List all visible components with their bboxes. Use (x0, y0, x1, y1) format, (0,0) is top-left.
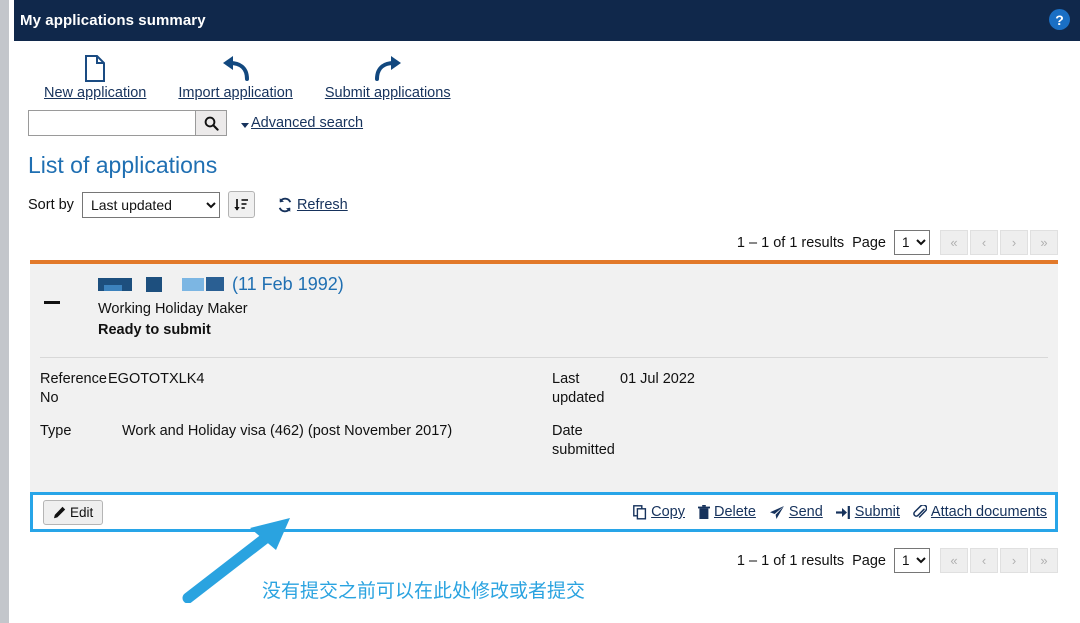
caret-down-icon (241, 122, 249, 128)
field-last-updated: Last updated 01 Jul 2022 (552, 370, 695, 408)
sort-by-select[interactable]: Last updated (81, 191, 220, 218)
sort-row: Sort by Last updated Refresh (28, 191, 1080, 218)
copy-pages-icon (633, 504, 647, 520)
arrow-into-bracket-icon (835, 505, 851, 520)
new-application-label: New application (44, 85, 147, 101)
action-links: Copy Delete Send Submit Attach documents (633, 504, 1047, 520)
results-count-bottom: 1 – 1 of 1 results (736, 552, 845, 569)
screenshot-root: My applications summary ? New applicatio… (0, 0, 1080, 623)
redacted-name-block (104, 285, 122, 291)
new-application-button[interactable]: New application (28, 52, 162, 101)
submit-action[interactable]: Submit (835, 504, 900, 520)
page-select-bottom[interactable]: 1 (894, 548, 930, 573)
application-actions-bar: Edit Copy Delete Send Submit Attach docu… (30, 492, 1058, 532)
paperclip-icon (913, 504, 927, 520)
list-of-applications-heading: List of applications (28, 152, 218, 178)
submit-applications-label: Submit applications (324, 85, 451, 101)
results-count-top: 1 – 1 of 1 results (736, 234, 845, 251)
pagination-top: 1 – 1 of 1 results Page 1 « ‹ › » (14, 230, 1080, 255)
search-row: Advanced search (28, 110, 1080, 136)
delete-label: Delete (713, 504, 756, 520)
first-page-button-top[interactable]: « (940, 230, 968, 255)
visa-class: Working Holiday Maker (98, 301, 248, 317)
field-label: Reference No (40, 371, 107, 406)
first-page-button-bottom[interactable]: « (940, 548, 968, 573)
delete-action[interactable]: Delete (697, 504, 756, 520)
applicant-name-row: (11 Feb 1992) (98, 273, 1058, 295)
field-label: Last updated (552, 371, 605, 406)
question-mark-circle-icon[interactable]: ? (1049, 9, 1070, 30)
field-value: Work and Holiday visa (462) (post Novemb… (122, 423, 453, 439)
title-bar: My applications summary ? (14, 0, 1080, 41)
trash-bin-icon (697, 504, 710, 520)
advanced-search-label: Advanced search (251, 115, 364, 131)
page-label-bottom: Page (852, 552, 886, 569)
field-value: EGOTOTXLK4 (108, 371, 205, 387)
redacted-name-block (206, 277, 224, 291)
sort-direction-button[interactable] (227, 191, 255, 218)
help-glyph: ? (1055, 11, 1064, 28)
sort-by-label: Sort by (28, 196, 74, 213)
redacted-name-block (182, 277, 204, 291)
toolbar: New application Import application Submi… (14, 41, 1080, 101)
details-column-right: Last updated 01 Jul 2022 Date submitted (540, 370, 1058, 474)
search-magnifier-icon (204, 116, 219, 131)
edit-label: Edit (70, 504, 94, 520)
annotation-text: 没有提交之前可以在此处修改或者提交 (262, 581, 586, 602)
import-application-label: Import application (178, 85, 293, 101)
next-page-button-bottom[interactable]: › (1000, 548, 1028, 573)
pencil-icon (53, 506, 66, 519)
curved-arrow-right-icon (373, 52, 403, 82)
minus-collapse-icon[interactable] (44, 301, 60, 304)
status-badge: Ready to submit (98, 322, 211, 338)
page-buttons-bottom: « ‹ › » (940, 548, 1058, 573)
field-label: Date submitted (552, 423, 615, 458)
search-input[interactable] (28, 110, 195, 136)
window-left-edge (0, 0, 9, 623)
application-window: My applications summary ? New applicatio… (14, 0, 1080, 623)
details-column-left: Reference No EGOTOTXLK4 Type Work and Ho… (30, 370, 540, 474)
field-date-submitted: Date submitted (552, 422, 695, 460)
refresh-circular-arrows-icon (277, 197, 293, 213)
pagination-bottom: 1 – 1 of 1 results Page 1 « ‹ › » (14, 548, 1080, 573)
field-value: 01 Jul 2022 (620, 371, 695, 387)
refresh-label: Refresh (296, 196, 348, 213)
application-card-header: (11 Feb 1992) Working Holiday Maker Read… (30, 264, 1058, 357)
search-button[interactable] (195, 110, 227, 136)
attach-documents-action[interactable]: Attach documents (913, 504, 1047, 520)
application-card: (11 Feb 1992) Working Holiday Maker Read… (30, 260, 1058, 492)
refresh-link[interactable]: Refresh (277, 197, 348, 213)
field-type: Type Work and Holiday visa (462) (post N… (40, 422, 452, 441)
copy-action[interactable]: Copy (633, 504, 685, 520)
edit-button[interactable]: Edit (43, 499, 104, 525)
document-page-icon (84, 52, 106, 82)
field-label: Type (40, 423, 72, 439)
application-details: Reference No EGOTOTXLK4 Type Work and Ho… (30, 358, 1058, 492)
page-buttons-top: « ‹ › » (940, 230, 1058, 255)
advanced-search-link[interactable]: Advanced search (241, 115, 363, 131)
previous-page-button-top[interactable]: ‹ (970, 230, 998, 255)
last-page-button-top[interactable]: » (1030, 230, 1058, 255)
curved-arrow-left-icon (221, 52, 251, 82)
previous-page-button-bottom[interactable]: ‹ (970, 548, 998, 573)
submit-applications-button[interactable]: Submit applications (309, 52, 467, 101)
attach-documents-label: Attach documents (930, 504, 1047, 520)
send-action[interactable]: Send (769, 504, 823, 520)
field-reference-no: Reference No EGOTOTXLK4 (40, 370, 452, 408)
import-application-button[interactable]: Import application (162, 52, 308, 101)
sort-descending-icon (233, 197, 249, 213)
page-select-top[interactable]: 1 (894, 230, 930, 255)
page-label-top: Page (852, 234, 886, 251)
application-summary: (11 Feb 1992) Working Holiday Maker Read… (98, 273, 1058, 338)
last-page-button-bottom[interactable]: » (1030, 548, 1058, 573)
send-label: Send (788, 504, 823, 520)
page-title: My applications summary (20, 12, 206, 29)
next-page-button-top[interactable]: › (1000, 230, 1028, 255)
paper-plane-icon (769, 505, 785, 520)
submit-label: Submit (854, 504, 900, 520)
actions-wrapper: Edit Copy Delete Send Submit Attach docu… (30, 492, 1058, 532)
redacted-name-block (146, 276, 162, 292)
date-of-birth: (11 Feb 1992) (232, 273, 344, 294)
copy-label: Copy (651, 504, 685, 520)
